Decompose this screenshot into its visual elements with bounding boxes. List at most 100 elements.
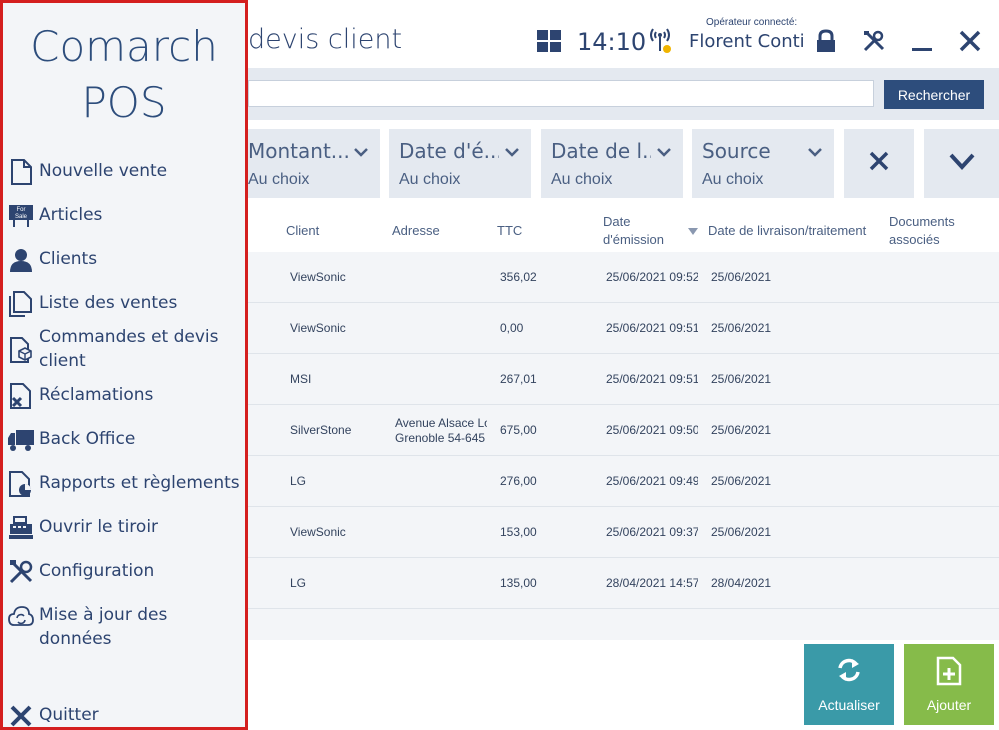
cell-date-emission: 25/06/2021 09:37 <box>606 525 698 539</box>
cell-date-emission: 28/04/2021 14:57 <box>606 576 698 590</box>
filter-source[interactable]: Source Au choix <box>692 129 834 198</box>
cell-client: ViewSonic <box>290 525 346 539</box>
sidebar-item-label: Réclamations <box>39 385 154 405</box>
sidebar-item-nouvelle-vente[interactable]: Nouvelle vente <box>7 159 245 185</box>
cell-ttc: 153,00 <box>500 525 537 539</box>
sidebar-item-ouvrir-tiroir[interactable]: Ouvrir le tiroir <box>7 515 245 541</box>
connection-status-icon[interactable] <box>648 25 674 57</box>
table-body: ViewSonic 356,02 25/06/2021 09:52 25/06/… <box>248 252 999 640</box>
lock-icon[interactable] <box>814 28 838 54</box>
table-row[interactable]: SilverStone Avenue Alsace Lo Grenoble 54… <box>248 405 999 456</box>
cell-client: MSI <box>290 372 312 386</box>
sync-cloud-icon <box>7 603 35 629</box>
column-header-line: Documents <box>889 214 955 229</box>
table-row[interactable]: MSI 267,01 25/06/2021 09:51 25/06/2021 <box>248 354 999 405</box>
filter-label: Source <box>702 139 771 163</box>
cell-date-emission: 25/06/2021 09:49 <box>606 474 698 488</box>
table-row[interactable]: LG 276,00 25/06/2021 09:49 25/06/2021 <box>248 456 999 507</box>
new-document-icon <box>936 656 962 689</box>
operator-label: Opérateur connecté: <box>706 17 798 28</box>
filter-date-emission[interactable]: Date d'é... Au choix <box>389 129 531 198</box>
cell-client: ViewSonic <box>290 270 346 284</box>
column-header-date-emission[interactable]: Date d'émission <box>603 213 664 249</box>
table-row[interactable]: ViewSonic 356,02 25/06/2021 09:52 25/06/… <box>248 252 999 303</box>
cell-ttc: 675,00 <box>500 423 537 437</box>
for-sale-icon: For Sale <box>7 203 35 229</box>
sidebar-item-commandes-devis[interactable]: Commandes et devis client <box>7 325 245 373</box>
sidebar-item-label: Clients <box>39 249 98 269</box>
close-icon <box>7 703 35 729</box>
sidebar-item-mise-a-jour[interactable]: Mise à jour des données <box>7 603 245 651</box>
page-title: devis client <box>248 24 403 55</box>
sidebar-item-reclamations[interactable]: Réclamations <box>7 383 245 409</box>
truck-icon <box>7 427 35 453</box>
filter-label: Date d'é... <box>399 139 499 163</box>
column-header-ttc[interactable]: TTC <box>497 222 522 240</box>
chevron-down-icon <box>354 145 368 164</box>
expand-filters-button[interactable] <box>924 129 999 198</box>
refresh-button[interactable]: Actualiser <box>804 644 894 725</box>
table-row[interactable]: ViewSonic 153,00 25/06/2021 09:37 25/06/… <box>248 507 999 558</box>
sort-desc-icon <box>688 223 698 241</box>
cell-adresse-line2: Grenoble 54-645 <box>395 431 486 445</box>
svg-text:Sale: Sale <box>15 214 28 220</box>
filter-value: Au choix <box>551 171 613 188</box>
cell-ttc: 0,00 <box>500 321 524 335</box>
cell-date-emission: 25/06/2021 09:50 <box>606 423 698 437</box>
sidebar-item-configuration[interactable]: Configuration <box>7 559 245 585</box>
filter-montant[interactable]: Montant... Au choix <box>238 129 380 198</box>
sidebar-item-back-office[interactable]: Back Office <box>7 427 245 453</box>
chevron-down-icon <box>505 145 519 164</box>
clear-filters-button[interactable] <box>844 129 914 198</box>
filter-value: Au choix <box>399 171 461 188</box>
clear-icon <box>868 150 890 177</box>
filter-label: Date de l... <box>551 139 651 163</box>
column-header-line: d'émission <box>603 232 665 247</box>
table-row[interactable]: LG 135,00 28/04/2021 14:57 28/04/2021 <box>248 558 999 609</box>
cash-register-icon <box>7 515 35 541</box>
cell-date-livraison: 28/04/2021 <box>711 576 772 590</box>
sidebar-item-label: Mise à jour des données <box>39 605 168 649</box>
column-header-date-livraison[interactable]: Date de livraison/traitement <box>708 222 866 240</box>
svg-text:For: For <box>17 207 26 213</box>
sidebar-item-articles[interactable]: For Sale Articles <box>7 203 245 229</box>
table-row[interactable]: ViewSonic 0,00 25/06/2021 09:51 25/06/20… <box>248 303 999 354</box>
quit-label: Quitter <box>39 705 99 725</box>
app-window: devis client 14:10 Opérateur connecté: F… <box>0 0 999 730</box>
column-header-client[interactable]: Client <box>286 222 319 240</box>
operator-name: Florent Conti <box>689 31 805 52</box>
cell-client: LG <box>290 576 307 590</box>
cell-date-emission: 25/06/2021 09:52 <box>606 270 698 284</box>
sidebar-item-liste-des-ventes[interactable]: Liste des ventes <box>7 291 245 317</box>
column-header-adresse[interactable]: Adresse <box>392 222 440 240</box>
order-box-icon <box>7 337 35 363</box>
minimize-icon[interactable] <box>910 30 934 54</box>
sidebar-item-label: Rapports et règlements <box>39 473 240 493</box>
cell-date-livraison: 25/06/2021 <box>711 372 772 386</box>
user-icon <box>7 247 35 273</box>
close-icon[interactable] <box>958 29 982 53</box>
brand-logo: Comarch POS <box>3 19 245 131</box>
sidebar-item-clients[interactable]: Clients <box>7 247 245 273</box>
sidebar-item-rapports[interactable]: Rapports et règlements <box>7 471 245 497</box>
cell-date-emission: 25/06/2021 09:51 <box>606 372 698 386</box>
sidebar-item-label: Articles <box>39 205 103 225</box>
tools-icon[interactable] <box>861 28 887 54</box>
sidebar-item-label: Configuration <box>39 561 155 581</box>
cell-client: ViewSonic <box>290 321 346 335</box>
sidebar-item-label: Ouvrir le tiroir <box>39 517 159 537</box>
cell-date-livraison: 25/06/2021 <box>711 423 772 437</box>
report-icon <box>7 471 35 497</box>
chevron-down-icon <box>657 145 671 164</box>
filter-date-livraison[interactable]: Date de l... Au choix <box>541 129 683 198</box>
search-button[interactable]: Rechercher <box>884 80 984 109</box>
sidebar-item-label: Back Office <box>39 429 136 449</box>
add-button[interactable]: Ajouter <box>904 644 994 725</box>
clock-time: 14:10 <box>577 28 647 56</box>
column-header-documents[interactable]: Documents associés <box>889 213 955 249</box>
filter-value: Au choix <box>248 171 310 188</box>
quit-button[interactable]: Quitter <box>7 703 245 729</box>
search-input[interactable] <box>248 80 874 107</box>
grid-icon[interactable] <box>536 29 562 53</box>
cell-date-livraison: 25/06/2021 <box>711 270 772 284</box>
